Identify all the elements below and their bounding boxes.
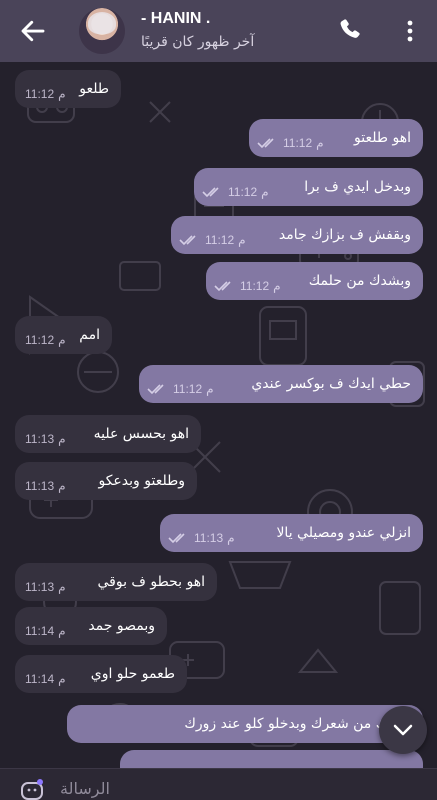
- double-check-icon: [257, 138, 274, 149]
- avatar[interactable]: [79, 8, 125, 54]
- message-outgoing[interactable]: انزلي عندو ومصيلي يالا 11:13 م: [160, 514, 423, 552]
- scroll-down-button[interactable]: [379, 706, 427, 754]
- message-time: 11:13: [25, 580, 55, 594]
- double-check-icon: [147, 384, 164, 395]
- message-outgoing[interactable]: حطي ايدك ف بوكسر عندي 11:12 م: [139, 365, 423, 403]
- message-incoming[interactable]: وبمصو جمد 11:14 م: [15, 607, 167, 645]
- arrow-left-icon[interactable]: [18, 16, 48, 46]
- double-check-icon: [168, 533, 185, 544]
- message-incoming[interactable]: طلعو 11:12 م: [15, 70, 121, 108]
- message-outgoing[interactable]: وبقفش ف بزازك جامد 11:12 م: [171, 216, 423, 254]
- last-seen-status: آخر ظهور كان قريبًا: [141, 34, 255, 50]
- message-input[interactable]: الرسالة: [60, 779, 110, 798]
- message-incoming[interactable]: اهو بحسس عليه 11:13 م: [15, 415, 201, 453]
- message-time: 11:12: [205, 233, 235, 247]
- message-time: 11:12: [283, 136, 313, 150]
- message-time: 11:12: [240, 279, 270, 293]
- double-check-icon: [202, 187, 219, 198]
- double-check-icon: [214, 281, 231, 292]
- message-time: 11:12: [173, 382, 203, 396]
- message-composer[interactable]: الرسالة: [0, 768, 437, 800]
- emoji-icon[interactable]: [20, 779, 44, 800]
- double-check-icon: [179, 235, 196, 246]
- chat-header: - HANIN . آخر ظهور كان قريبًا: [0, 0, 437, 62]
- message-time: 11:13: [194, 531, 224, 545]
- message-time: 11:14: [25, 624, 55, 638]
- message-time: 11:14: [25, 672, 55, 686]
- message-time: 11:13: [25, 432, 55, 446]
- message-incoming[interactable]: امم 11:12 م: [15, 316, 112, 354]
- message-time: 11:12: [228, 185, 258, 199]
- message-incoming[interactable]: طعمو حلو اوي 11:14 م: [15, 655, 187, 693]
- chevron-down-icon: [393, 724, 413, 736]
- message-incoming[interactable]: اهو بحطو ف بوقي 11:13 م: [15, 563, 217, 601]
- message-list[interactable]: طلعو 11:12 م اهو طلعتو 11:12 م وبدخل ايدي …: [0, 62, 437, 774]
- message-time: 11:12: [25, 87, 55, 101]
- phone-icon[interactable]: [337, 17, 363, 43]
- message-outgoing[interactable]: وبدخل ايدي ف برا 11:12 م: [194, 168, 423, 206]
- contact-name[interactable]: - HANIN .: [141, 10, 210, 28]
- message-time: 11:12: [25, 333, 55, 347]
- more-vertical-icon[interactable]: [400, 17, 420, 45]
- message-time: 11:13: [25, 479, 55, 493]
- message-incoming[interactable]: وطلعتو وبدعكو 11:13 م: [15, 462, 197, 500]
- message-outgoing[interactable]: وبشدك من حلمك 11:12 م: [206, 262, 423, 300]
- message-outgoing[interactable]: بشدك من شعرك وبدخلو كلو عند زورك: [67, 705, 423, 743]
- message-outgoing[interactable]: اهو طلعتو 11:12 م: [249, 119, 423, 157]
